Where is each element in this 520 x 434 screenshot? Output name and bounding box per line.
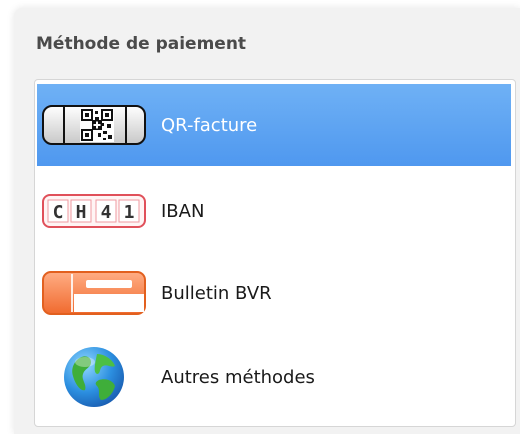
payment-method-iban[interactable]: C H 4 1 IBAN <box>37 170 511 252</box>
svg-text:H: H <box>76 202 87 223</box>
globe-icon <box>37 345 151 409</box>
payment-method-label: Autres méthodes <box>161 366 315 388</box>
panel-title: Méthode de paiement <box>36 34 247 54</box>
payment-slip-icon <box>37 261 151 325</box>
payment-method-other[interactable]: Autres méthodes <box>37 336 511 418</box>
payment-method-label: QR-facture <box>161 114 258 136</box>
payment-method-label: IBAN <box>161 200 205 222</box>
payment-method-qr-bill[interactable]: QR-facture <box>37 84 511 166</box>
payment-method-bvr[interactable]: Bulletin BVR <box>37 252 511 334</box>
payment-method-list: QR-facture C H 4 1 IBAN Bulletin BVR Aut… <box>34 79 516 427</box>
svg-text:1: 1 <box>124 202 135 223</box>
svg-text:4: 4 <box>101 202 112 223</box>
payment-method-label: Bulletin BVR <box>161 282 272 304</box>
qr-bill-icon <box>37 93 151 157</box>
svg-text:C: C <box>53 202 64 223</box>
iban-icon: C H 4 1 <box>37 179 151 243</box>
